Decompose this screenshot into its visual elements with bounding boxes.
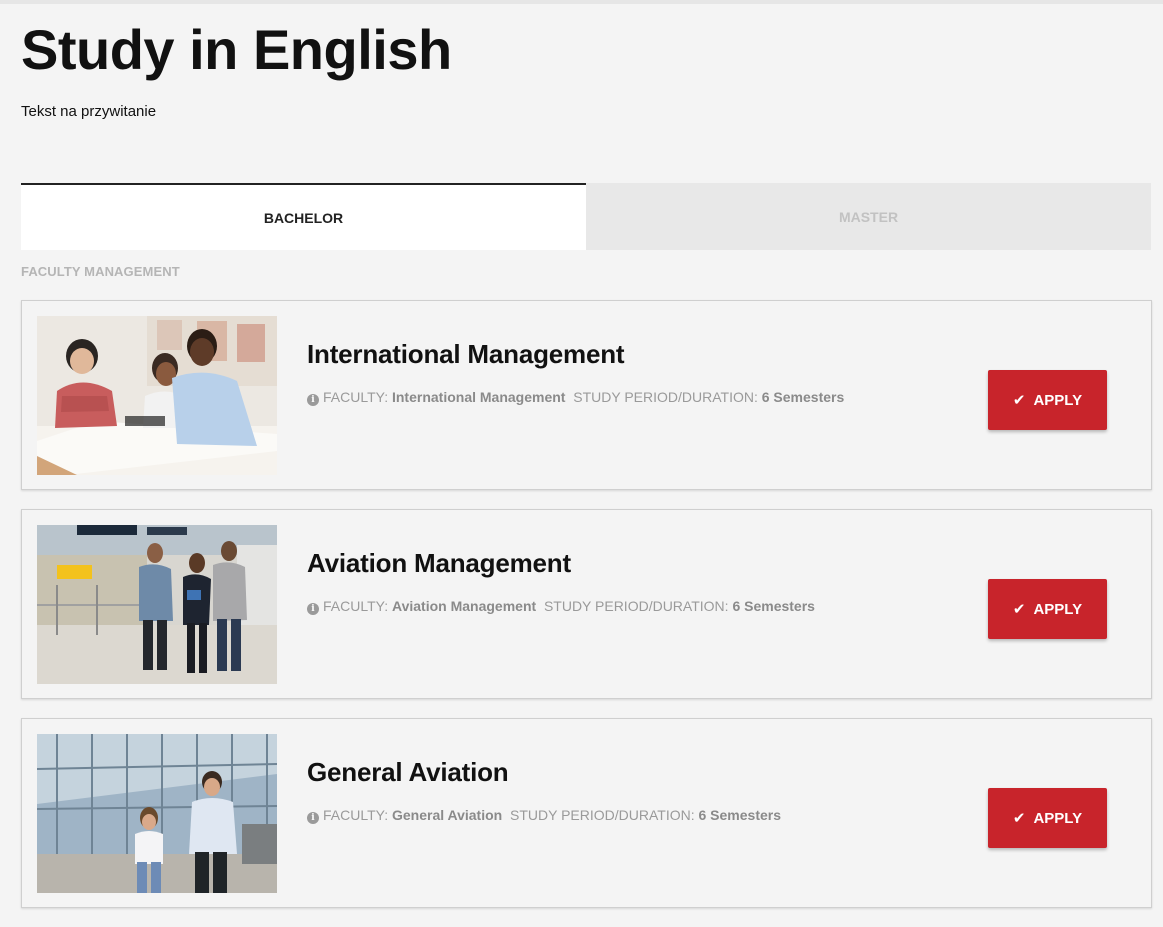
duration-label: STUDY PERIOD/DURATION: <box>543 598 729 614</box>
section-label: FACULTY MANAGEMENT <box>21 264 180 279</box>
welcome-text: Tekst na przywitanie <box>21 103 157 120</box>
program-title: Aviation Management <box>307 548 571 578</box>
info-circle-icon: i <box>307 394 319 406</box>
program-image <box>37 525 277 684</box>
program-image <box>37 734 277 893</box>
faculty-value: Aviation Management <box>391 598 537 614</box>
program-title: International Management <box>307 339 625 369</box>
faculty-label: FACULTY: <box>323 389 389 405</box>
duration-label: STUDY PERIOD/DURATION: <box>509 807 695 823</box>
apply-button[interactable]: ✔ APPLY <box>988 370 1107 430</box>
check-icon: ✔ <box>1012 809 1026 827</box>
program-title: General Aviation <box>307 757 509 787</box>
degree-tabs: BACHELOR MASTER <box>21 183 1151 250</box>
apply-button[interactable]: ✔ APPLY <box>988 788 1107 848</box>
apply-label: APPLY <box>1033 600 1083 618</box>
duration-value: 6 Semesters <box>761 389 845 405</box>
info-circle-icon: i <box>307 812 319 824</box>
program-meta: i FACULTY: Aviation Management STUDY PERI… <box>307 598 815 615</box>
page-title: Study in English <box>21 18 452 81</box>
duration-value: 6 Semesters <box>732 598 815 614</box>
faculty-label: FACULTY: <box>323 807 389 823</box>
program-card: Aviation Management i FACULTY: Aviation M… <box>21 509 1152 699</box>
check-icon: ✔ <box>1012 391 1026 409</box>
faculty-value: International Management <box>391 389 566 405</box>
apply-label: APPLY <box>1033 391 1083 409</box>
info-circle-icon: i <box>307 603 319 615</box>
check-icon: ✔ <box>1012 600 1026 618</box>
program-meta: i FACULTY: International Management STUDY… <box>307 389 844 406</box>
airport-exterior-duo-photo <box>37 734 277 893</box>
apply-button[interactable]: ✔ APPLY <box>988 579 1107 639</box>
apply-label: APPLY <box>1033 809 1083 827</box>
airport-terminal-group-photo <box>37 525 277 684</box>
program-image <box>37 316 277 475</box>
duration-label: STUDY PERIOD/DURATION: <box>573 389 758 405</box>
students-at-table-photo <box>37 316 277 475</box>
program-list: International Management i FACULTY: Inter… <box>21 300 1152 927</box>
faculty-label: FACULTY: <box>323 598 389 614</box>
program-card: International Management i FACULTY: Inter… <box>21 300 1152 490</box>
faculty-value: General Aviation <box>391 807 503 823</box>
tab-master[interactable]: MASTER <box>586 183 1151 250</box>
top-border <box>0 0 1163 4</box>
tab-bachelor[interactable]: BACHELOR <box>21 183 586 250</box>
program-card: General Aviation i FACULTY: General Aviat… <box>21 718 1152 908</box>
duration-value: 6 Semesters <box>698 807 782 823</box>
program-meta: i FACULTY: General Aviation STUDY PERIOD/… <box>307 807 781 824</box>
